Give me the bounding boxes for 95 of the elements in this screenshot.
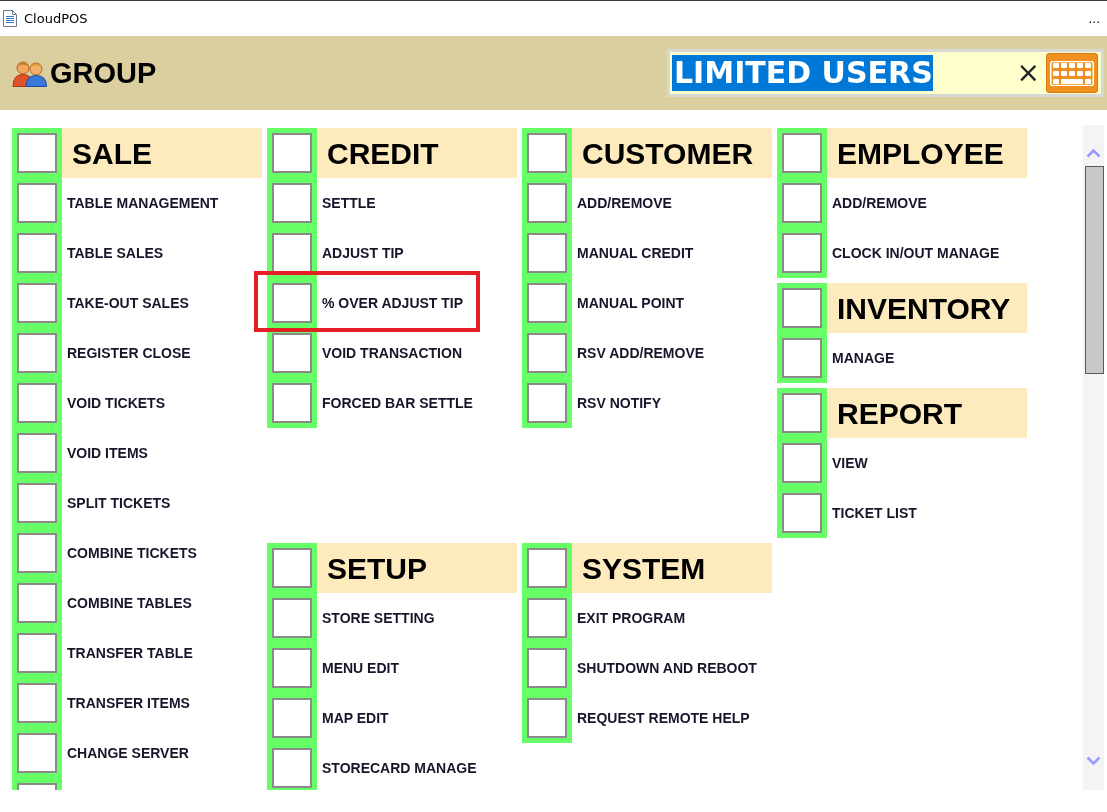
checkbox[interactable]: [17, 333, 57, 373]
group-header: REPORT: [827, 388, 1027, 438]
permission-label: FORCED BAR SETTLE: [322, 393, 473, 413]
permission-label: VOID ITEMS: [67, 443, 148, 463]
users-icon: [12, 59, 48, 87]
checkbox[interactable]: [782, 183, 822, 223]
group-header: CREDIT: [317, 128, 517, 178]
checkbox[interactable]: [272, 748, 312, 788]
checkbox[interactable]: [527, 383, 567, 423]
permission-label: STORE SETTING: [322, 608, 435, 628]
checkbox[interactable]: [272, 233, 312, 273]
checkbox[interactable]: [17, 583, 57, 623]
permission-label: MENU EDIT: [322, 658, 399, 678]
permission-label: COMBINE TABLES: [67, 593, 192, 613]
checkbox[interactable]: [782, 493, 822, 533]
checkbox[interactable]: [17, 633, 57, 673]
permission-label: MAP EDIT: [322, 708, 389, 728]
checkbox[interactable]: [17, 183, 57, 223]
permission-label: ADD/REMOVE: [832, 193, 927, 213]
permission-label: % OVER ADJUST TIP: [322, 293, 464, 313]
permission-label: TRANSFER ITEMS: [67, 693, 190, 713]
checkbox[interactable]: [782, 233, 822, 273]
checkbox[interactable]: [17, 733, 57, 773]
checkbox[interactable]: [527, 183, 567, 223]
more-button[interactable]: ...: [1086, 12, 1102, 25]
checkbox[interactable]: [782, 133, 822, 173]
permission-label: COMBINE TICKETS: [67, 543, 197, 563]
window-title: CloudPOS: [24, 9, 88, 28]
permission-label: RSV ADD/REMOVE: [577, 343, 705, 363]
checkbox[interactable]: [17, 533, 57, 573]
checkbox[interactable]: [527, 233, 567, 273]
checkbox[interactable]: [17, 433, 57, 473]
checkbox[interactable]: [272, 183, 312, 223]
checkbox[interactable]: [782, 393, 822, 433]
chevron-down-icon[interactable]: [1086, 756, 1101, 766]
permission-label: TABLE MANAGEMENT: [67, 193, 219, 213]
checkbox[interactable]: [527, 133, 567, 173]
permission-label: TRANSFER TABLE: [67, 643, 193, 663]
checkbox[interactable]: [782, 338, 822, 378]
document-icon: [3, 10, 17, 27]
checkbox[interactable]: [272, 333, 312, 373]
checkbox[interactable]: [782, 443, 822, 483]
page-title: GROUP: [50, 58, 157, 88]
permission-label: EXIT PROGRAM: [577, 608, 686, 628]
checkbox[interactable]: [272, 698, 312, 738]
permission-label: MANUAL POINT: [577, 293, 685, 313]
keyboard-icon: [1050, 60, 1094, 86]
group-header: INVENTORY: [827, 283, 1027, 333]
checkbox[interactable]: [527, 548, 567, 588]
permission-label: VOID TRANSACTION: [322, 343, 462, 363]
checkbox[interactable]: [527, 598, 567, 638]
permission-label: SETTLE: [322, 193, 376, 213]
group-header: CUSTOMER: [572, 128, 772, 178]
checkbox[interactable]: [17, 483, 57, 523]
permission-label: SPLIT TICKETS: [67, 493, 171, 513]
checkbox[interactable]: [272, 283, 312, 323]
group-header: EMPLOYEE: [827, 128, 1027, 178]
checkbox[interactable]: [272, 548, 312, 588]
permission-label: MANAGE: [832, 348, 895, 368]
permission-label: TICKET LIST: [832, 503, 917, 523]
checkbox[interactable]: [527, 283, 567, 323]
checkbox[interactable]: [527, 648, 567, 688]
permission-label: TAKE-OUT SALES: [67, 293, 189, 313]
permission-label: SHUTDOWN AND REBOOT: [577, 658, 757, 678]
permission-label: REGISTER CLOSE: [67, 343, 191, 363]
checkbox[interactable]: [17, 233, 57, 273]
permission-label: ADJUST TIP: [322, 243, 404, 263]
checkbox[interactable]: [527, 333, 567, 373]
permission-label: CLOCK IN/OUT MANAGE: [832, 243, 1000, 263]
checkbox[interactable]: [272, 648, 312, 688]
checkbox[interactable]: [17, 283, 57, 323]
permission-label: VIEW: [832, 453, 868, 473]
checkbox[interactable]: [782, 288, 822, 328]
checkbox[interactable]: [17, 683, 57, 723]
group-header: SETUP: [317, 543, 517, 593]
permission-label: TABLE SALES: [67, 243, 164, 263]
permission-label: RSV NOTIFY: [577, 393, 661, 413]
permission-label: STORECARD MANAGE: [322, 758, 477, 778]
permission-label: REQUEST REMOTE HELP: [577, 708, 750, 728]
keyboard-button[interactable]: [1046, 53, 1098, 93]
permission-label: ADD/REMOVE: [577, 193, 672, 213]
group-header: SALE: [62, 128, 262, 178]
group-header: SYSTEM: [572, 543, 772, 593]
checkbox[interactable]: [272, 133, 312, 173]
checkbox[interactable]: [272, 598, 312, 638]
permission-label: CHANGE SERVER: [67, 743, 189, 763]
permission-label: VOID TICKETS: [67, 393, 165, 413]
chevron-up-icon[interactable]: [1086, 148, 1101, 158]
checkbox[interactable]: [272, 383, 312, 423]
scrollbar-thumb[interactable]: [1085, 166, 1104, 374]
checkbox[interactable]: [17, 383, 57, 423]
clear-button[interactable]: ×: [1012, 59, 1044, 87]
permission-label: MANUAL CREDIT: [577, 243, 694, 263]
checkbox[interactable]: [527, 698, 567, 738]
checkbox[interactable]: [17, 133, 57, 173]
